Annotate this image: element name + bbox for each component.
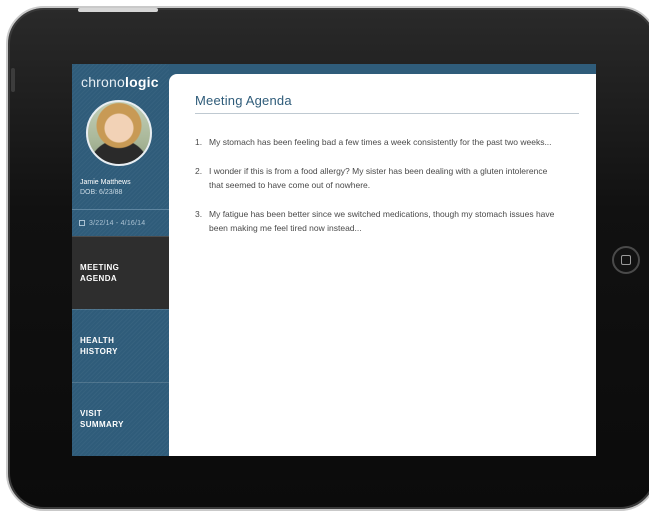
- patient-dob: DOB: 6/23/88: [80, 189, 123, 196]
- date-range-label: 3/22/14 - 4/16/14: [89, 219, 146, 227]
- page-title: Meeting Agenda: [195, 93, 292, 108]
- sidebar-item-health-history[interactable]: HEALTH HISTORY: [72, 309, 169, 382]
- brand-bold: logic: [125, 74, 159, 90]
- item-number: 1.: [195, 137, 203, 147]
- brand-logo[interactable]: chronologic: [81, 74, 159, 90]
- sidebar-item-visit-summary[interactable]: VISIT SUMMARY: [72, 382, 169, 455]
- sidebar-item-label: MEETING AGENDA: [80, 263, 120, 283]
- list-item: 2. I wonder if this is from a food aller…: [195, 164, 555, 192]
- item-text: My fatigue has been better since we swit…: [209, 209, 555, 233]
- list-item: 3. My fatigue has been better since we s…: [195, 207, 555, 235]
- patient-name: Jamie Matthews: [80, 179, 131, 186]
- main-content: Meeting Agenda 1. My stomach has been fe…: [169, 74, 596, 456]
- title-divider: [195, 113, 579, 114]
- date-range-selector[interactable]: 3/22/14 - 4/16/14: [72, 210, 169, 236]
- home-square-icon: [621, 255, 631, 265]
- top-hardware-edge: [78, 8, 158, 12]
- sidebar-item-meeting-agenda[interactable]: MEETING AGENDA: [72, 236, 169, 309]
- item-number: 2.: [195, 166, 203, 176]
- item-number: 3.: [195, 209, 203, 219]
- list-item: 1. My stomach has been feeling bad a few…: [195, 135, 555, 149]
- patient-avatar: [86, 100, 152, 166]
- sidebar-item-label: HEALTH HISTORY: [80, 336, 118, 356]
- home-button[interactable]: [612, 246, 640, 274]
- sidebar-item-label: VISIT SUMMARY: [80, 409, 124, 429]
- app-screen: chronologic Jamie Matthews DOB: 6/23/88 …: [72, 64, 596, 456]
- item-text: I wonder if this is from a food allergy?…: [209, 166, 548, 190]
- agenda-list: 1. My stomach has been feeling bad a few…: [195, 135, 555, 250]
- volume-button: [11, 68, 15, 92]
- brand-regular: chrono: [81, 74, 126, 90]
- calendar-icon: [79, 220, 85, 226]
- item-text: My stomach has been feeling bad a few ti…: [209, 137, 552, 147]
- sidebar: chronologic Jamie Matthews DOB: 6/23/88 …: [72, 64, 169, 456]
